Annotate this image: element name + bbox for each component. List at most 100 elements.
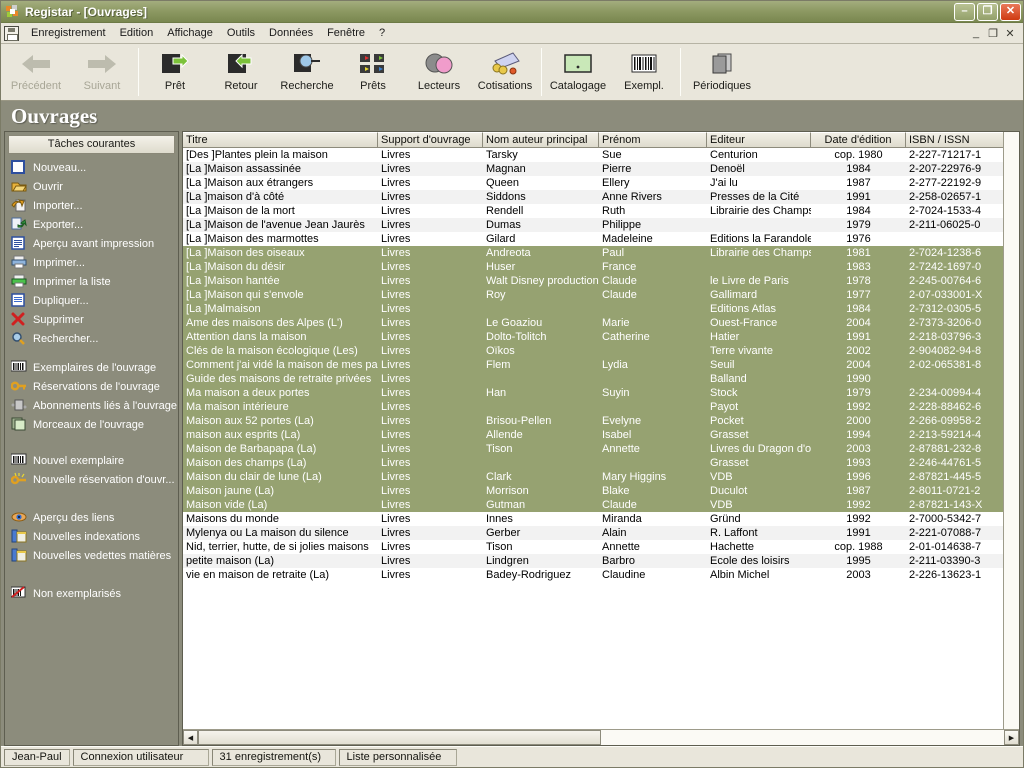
toolbar-button-suivant[interactable]: Suivant <box>69 44 135 100</box>
sidebar-item-importer[interactable]: Importer... <box>11 196 178 215</box>
table-row[interactable]: Clés de la maison écologique (Les) Livres… <box>183 344 1003 358</box>
table-row[interactable]: [Des ]Plantes plein la maison Livres Tarsk… <box>183 148 1003 162</box>
table-row[interactable]: [La ]Maison de la mort Livres Rendell Ruth L… <box>183 204 1003 218</box>
table-row[interactable]: petite maison (La) Livres Lindgren Barbro Ec… <box>183 554 1003 568</box>
table-row[interactable]: [La ]Malmaison Livres Editions Atlas 1984 2-… <box>183 302 1003 316</box>
table-cell: 2-07-033001-X <box>909 288 983 301</box>
table-row[interactable]: Maisons du monde Livres Innes Miranda Gründ 1… <box>183 512 1003 526</box>
table-row[interactable]: [La ]maison d'à côté Livres Siddons Anne Ri… <box>183 190 1003 204</box>
toolbar-button-pret[interactable]: Prêt <box>142 44 208 100</box>
menu-item-outils[interactable]: Outils <box>220 25 262 41</box>
column-header[interactable]: Nom auteur principal <box>483 132 599 148</box>
vertical-scrollbar-track[interactable] <box>1004 132 1019 729</box>
sidebar-item-imprimer-liste[interactable]: Imprimer la liste <box>11 272 178 291</box>
sidebar-item-rechercher[interactable]: Rechercher... <box>11 329 178 348</box>
toolbar-button-prets[interactable]: Prêts <box>340 44 406 100</box>
menu-item-affichage[interactable]: Affichage <box>160 25 220 41</box>
minimize-button[interactable]: – <box>954 2 975 21</box>
toolbar-button-retour[interactable]: Retour <box>208 44 274 100</box>
table-row[interactable]: Nid, terrier, hutte, de si jolies maison… <box>183 540 1003 554</box>
table-row[interactable]: [La ]Maison aux étrangers Livres Queen Elle… <box>183 176 1003 190</box>
column-header[interactable]: Support d'ouvrage <box>378 132 483 148</box>
mdi-minimize-button[interactable]: _ <box>970 27 982 40</box>
sidebar-item-abonnements[interactable]: Abonnements liés à l'ouvrage <box>11 396 178 415</box>
window-title: Registar - [Ouvrages] <box>25 4 148 19</box>
table-row[interactable]: [La ]Maison hantée Livres Walt Disney prod… <box>183 274 1003 288</box>
table-cell: Maison vide (La) <box>186 498 268 511</box>
table-cell: Claude <box>602 498 637 511</box>
toolbar-button-catalogage[interactable]: Catalogage <box>545 44 611 100</box>
horizontal-scrollbar-thumb[interactable] <box>198 730 601 745</box>
mdi-restore-button[interactable]: ❐ <box>987 27 999 40</box>
sidebar-item-nouvelles-indexations[interactable]: Nouvelles indexations <box>11 527 178 546</box>
table-cell: Livres <box>381 344 411 357</box>
table-row[interactable]: Mylenya ou La maison du silence Livres Ger… <box>183 526 1003 540</box>
table-row[interactable]: [La ]Maison des marmottes Livres Gilard Mad… <box>183 232 1003 246</box>
sidebar-item-nouvelles-vedettes[interactable]: Nouvelles vedettes matières <box>11 546 178 565</box>
table-cell: 2-7242-1697-0 <box>909 260 982 273</box>
toolbar-button-recherche[interactable]: Recherche <box>274 44 340 100</box>
sidebar-item-exemplaires[interactable]: Exemplaires de l'ouvrage <box>11 358 178 377</box>
horizontal-scrollbar-track[interactable] <box>198 730 1004 745</box>
menu-item-donnees[interactable]: Données <box>262 25 320 41</box>
table-row[interactable]: Maison du clair de lune (La) Livres Clark M… <box>183 470 1003 484</box>
table-row[interactable]: Maison jaune (La) Livres Morrison Blake Ducu… <box>183 484 1003 498</box>
menu-item-fenetre[interactable]: Fenêtre <box>320 25 372 41</box>
table-row[interactable]: Maison des champs (La) Livres Grasset 1993 2… <box>183 456 1003 470</box>
sidebar-item-nouvel-exemplaire[interactable]: Nouvel exemplaire <box>11 451 178 470</box>
record-document-icon[interactable] <box>4 25 19 41</box>
sidebar-item-morceaux[interactable]: Morceaux de l'ouvrage <box>11 415 178 434</box>
table-row[interactable]: [La ]Maison qui s'envole Livres Roy Claude G… <box>183 288 1003 302</box>
table-cell: Annette <box>602 442 640 455</box>
table-cell: 1977 <box>846 288 871 301</box>
scroll-left-arrow-icon[interactable]: ◀ <box>183 730 198 745</box>
table-cell: VDB <box>710 498 733 511</box>
column-header[interactable]: Prénom <box>599 132 707 148</box>
mdi-close-button[interactable]: ✕ <box>1004 27 1016 40</box>
table-row[interactable]: Ma maison a deux portes Livres Han Suyin Sto… <box>183 386 1003 400</box>
toolbar-button-lecteurs[interactable]: Lecteurs <box>406 44 472 100</box>
table-row[interactable]: vie en maison de retraite (La) Livres Bade… <box>183 568 1003 582</box>
table-row[interactable]: Maison vide (La) Livres Gutman Claude VDB 199… <box>183 498 1003 512</box>
sidebar-item-exporter[interactable]: Exporter... <box>11 215 178 234</box>
toolbar-button-cotisations[interactable]: Cotisations <box>472 44 538 100</box>
table-row[interactable]: [La ]Maison de l'avenue Jean Jaurès Livre… <box>183 218 1003 232</box>
sidebar-item-apercu-liens[interactable]: Aperçu des liens <box>11 508 178 527</box>
column-header[interactable]: Date d'édition <box>811 132 906 148</box>
table-row[interactable]: Ame des maisons des Alpes (L') Livres Le G… <box>183 316 1003 330</box>
sidebar-item-supprimer[interactable]: Supprimer <box>11 310 178 329</box>
print-list-icon <box>11 274 28 289</box>
table-row[interactable]: [La ]Maison des oiseaux Livres Andreota Pau… <box>183 246 1003 260</box>
table-cell: Centurion <box>710 148 758 161</box>
table-row[interactable]: Maison aux 52 portes (La) Livres Brisou-Pe… <box>183 414 1003 428</box>
table-row[interactable]: [La ]Maison assassinée Livres Magnan Pierre… <box>183 162 1003 176</box>
sidebar-item-dupliquer[interactable]: Dupliquer... <box>11 291 178 310</box>
table-row[interactable]: Comment j'ai vidé la maison de mes parer… <box>183 358 1003 372</box>
toolbar-button-periodiques[interactable]: Périodiques <box>684 44 760 100</box>
table-row[interactable]: Guide des maisons de retraite privées Liv… <box>183 372 1003 386</box>
menu-item-edition[interactable]: Edition <box>113 25 161 41</box>
menu-item-help[interactable]: ? <box>372 25 392 41</box>
sidebar-item-apercu-impression[interactable]: Aperçu avant impression <box>11 234 178 253</box>
sidebar-item-imprimer[interactable]: Imprimer... <box>11 253 178 272</box>
table-row[interactable]: Ma maison intérieure Livres Payot 1992 2-228… <box>183 400 1003 414</box>
table-row[interactable]: Attention dans la maison Livres Dolto-Toli… <box>183 330 1003 344</box>
column-header[interactable]: Titre <box>183 132 378 148</box>
close-button[interactable]: ✕ <box>1000 2 1021 21</box>
sidebar-item-nouvelle-reservation[interactable]: Nouvelle réservation d'ouvr... <box>11 470 178 489</box>
toolbar-button-precedent[interactable]: Précédent <box>3 44 69 100</box>
sidebar-item-ouvrir[interactable]: Ouvrir <box>11 177 178 196</box>
sidebar-item-non-exemplarises[interactable]: Non exemplarisés <box>11 584 178 603</box>
table-row[interactable]: [La ]Maison du désir Livres Huser France 198… <box>183 260 1003 274</box>
horizontal-scrollbar[interactable]: ◀ ▶ <box>183 729 1019 745</box>
sidebar-item-nouveau[interactable]: Nouveau... <box>11 158 178 177</box>
scroll-right-arrow-icon[interactable]: ▶ <box>1004 730 1019 745</box>
toolbar-button-exempl[interactable]: Exempl. <box>611 44 677 100</box>
column-header[interactable]: Editeur <box>707 132 811 148</box>
maximize-button[interactable]: ❐ <box>977 2 998 21</box>
table-row[interactable]: Maison de Barbapapa (La) Livres Tison Annet… <box>183 442 1003 456</box>
sidebar-item-reservations[interactable]: Réservations de l'ouvrage <box>11 377 178 396</box>
table-row[interactable]: maison aux esprits (La) Livres Allende Isab… <box>183 428 1003 442</box>
vertical-scrollbar[interactable] <box>1003 132 1019 729</box>
menu-item-enregistrement[interactable]: Enregistrement <box>24 25 113 41</box>
